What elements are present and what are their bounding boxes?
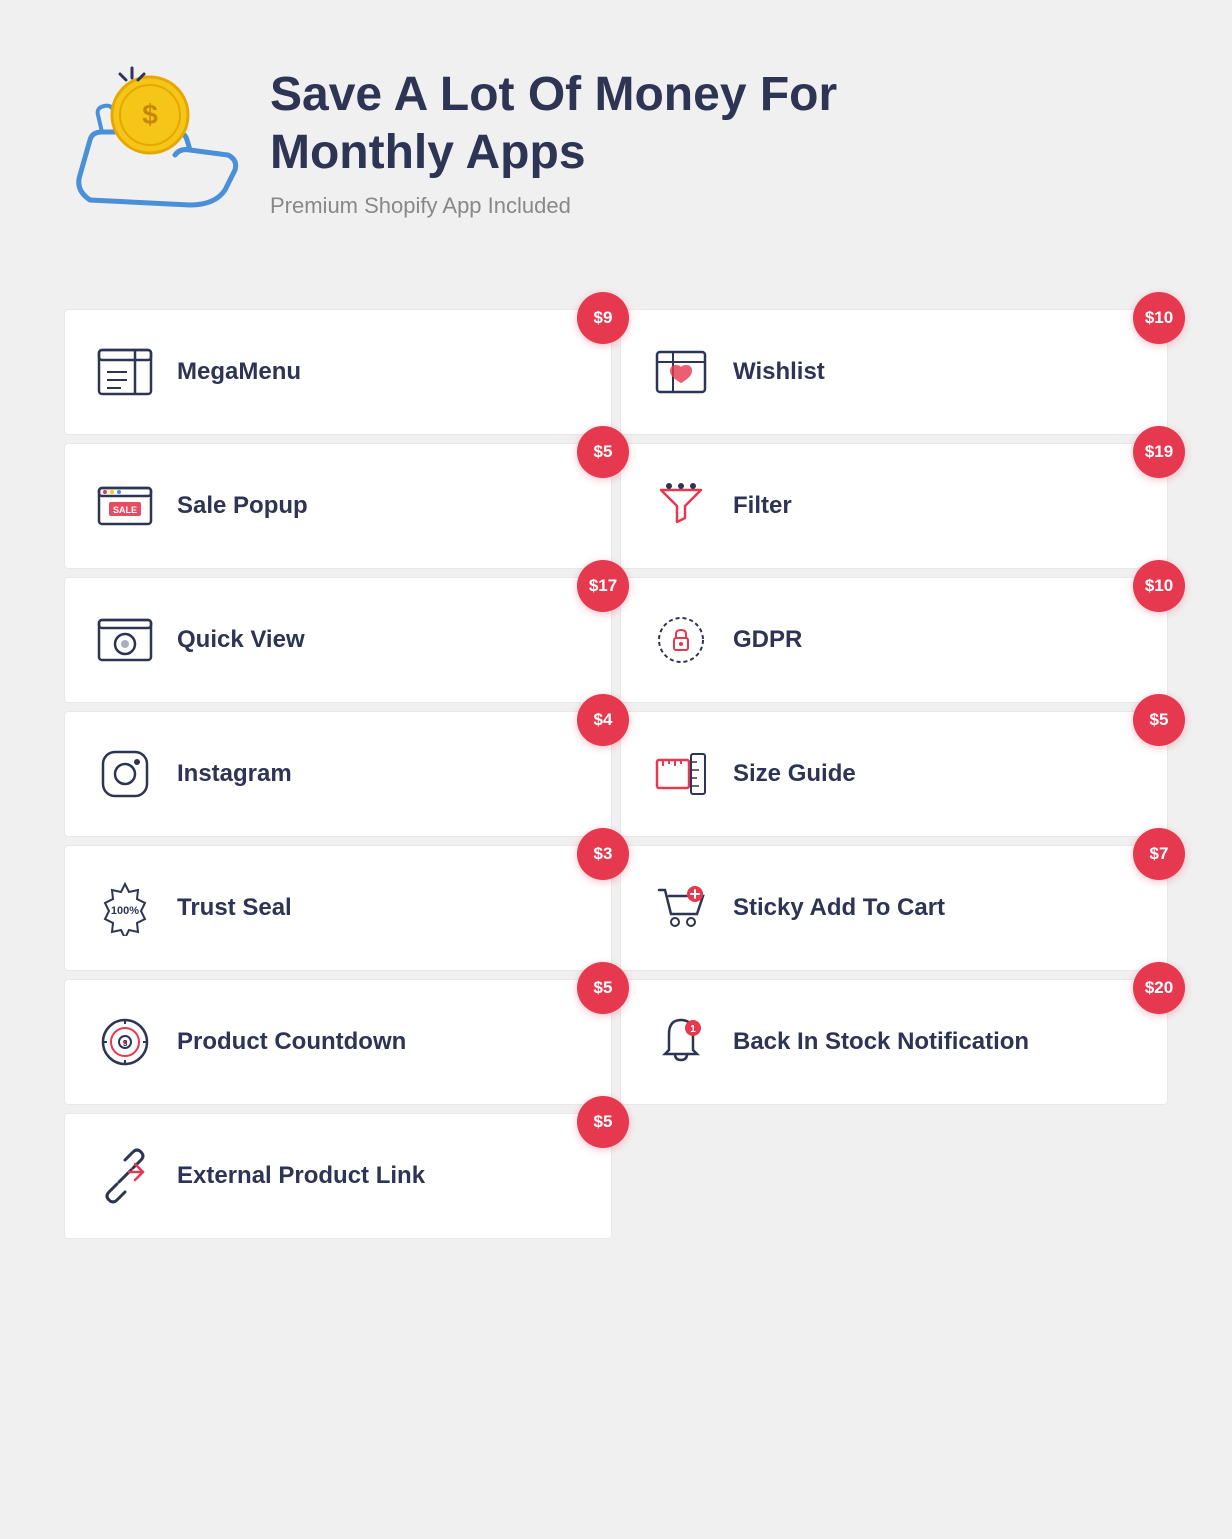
instagram-label: Instagram xyxy=(177,760,292,788)
quick-view-label: Quick View xyxy=(177,626,305,654)
cell-sticky-add-to-cart: $7 Sticky Add To Cart xyxy=(620,845,1168,971)
price-badge-sale-popup: $5 xyxy=(577,426,629,478)
price-badge-wishlist: $10 xyxy=(1133,292,1185,344)
sale-popup-icon: SALE xyxy=(93,474,157,538)
cell-filter: $19 Filter xyxy=(620,443,1168,569)
gdpr-icon xyxy=(649,608,713,672)
price-badge-external-product-link: $5 xyxy=(577,1096,629,1148)
product-countdown-label: Product Countdown xyxy=(177,1028,406,1056)
price-badge-filter: $19 xyxy=(1133,426,1185,478)
header-subtitle: Premium Shopify App Included xyxy=(270,193,837,219)
sale-popup-label: Sale Popup xyxy=(177,492,308,520)
back-in-stock-label: Back In Stock Notification xyxy=(733,1028,1029,1056)
wishlist-label: Wishlist xyxy=(733,358,825,386)
quick-view-icon xyxy=(93,608,157,672)
svg-text:1: 1 xyxy=(690,1024,696,1035)
price-badge-instagram: $4 xyxy=(577,694,629,746)
price-badge-sticky-add-to-cart: $7 xyxy=(1133,828,1185,880)
price-badge-back-in-stock: $20 xyxy=(1133,962,1185,1014)
cell-external-product-link: $5 External Product Link xyxy=(64,1113,612,1239)
header-title: Save A Lot Of Money For Monthly Apps xyxy=(270,66,837,181)
header: $ Save A Lot Of Money For Monthly Apps P… xyxy=(60,40,1172,245)
size-guide-label: Size Guide xyxy=(733,760,856,788)
cell-back-in-stock: $20 1 Back In Stock Notification xyxy=(620,979,1168,1105)
back-in-stock-icon: 1 xyxy=(649,1010,713,1074)
cell-wishlist: $10 Wishlist xyxy=(620,309,1168,435)
svg-text:$: $ xyxy=(142,99,158,130)
app-grid: $9 MegaMenu $10 Wishlist $5 xyxy=(60,305,1172,1243)
sticky-add-to-cart-label: Sticky Add To Cart xyxy=(733,894,945,922)
cell-sale-popup: $5 SALE Sale Popup xyxy=(64,443,612,569)
size-guide-icon xyxy=(649,742,713,806)
product-countdown-icon: 3 xyxy=(93,1010,157,1074)
filter-icon xyxy=(649,474,713,538)
svg-text:100%: 100% xyxy=(111,905,139,917)
price-badge-megamenu: $9 xyxy=(577,292,629,344)
cell-trust-seal: $3 100% Trust Seal xyxy=(64,845,612,971)
external-product-link-icon xyxy=(93,1144,157,1208)
wishlist-icon xyxy=(649,340,713,404)
cell-product-countdown: $5 3 Product Countdown xyxy=(64,979,612,1105)
cell-quick-view: $17 Quick View xyxy=(64,577,612,703)
gdpr-label: GDPR xyxy=(733,626,802,654)
instagram-icon xyxy=(93,742,157,806)
price-badge-gdpr: $10 xyxy=(1133,560,1185,612)
cell-size-guide: $5 Size Guide xyxy=(620,711,1168,837)
external-product-link-label: External Product Link xyxy=(177,1162,425,1190)
sticky-add-to-cart-icon xyxy=(649,876,713,940)
cell-megamenu: $9 MegaMenu xyxy=(64,309,612,435)
header-text: Save A Lot Of Money For Monthly Apps Pre… xyxy=(270,66,837,219)
megamenu-icon xyxy=(93,340,157,404)
trust-seal-label: Trust Seal xyxy=(177,894,292,922)
header-icon: $ xyxy=(60,60,240,225)
cell-instagram: $4 Instagram xyxy=(64,711,612,837)
price-badge-trust-seal: $3 xyxy=(577,828,629,880)
svg-text:SALE: SALE xyxy=(113,505,137,515)
trust-seal-icon: 100% xyxy=(93,876,157,940)
filter-label: Filter xyxy=(733,492,792,520)
svg-text:3: 3 xyxy=(123,1039,128,1048)
price-badge-size-guide: $5 xyxy=(1133,694,1185,746)
cell-gdpr: $10 GDPR xyxy=(620,577,1168,703)
price-badge-product-countdown: $5 xyxy=(577,962,629,1014)
price-badge-quick-view: $17 xyxy=(577,560,629,612)
megamenu-label: MegaMenu xyxy=(177,358,301,386)
